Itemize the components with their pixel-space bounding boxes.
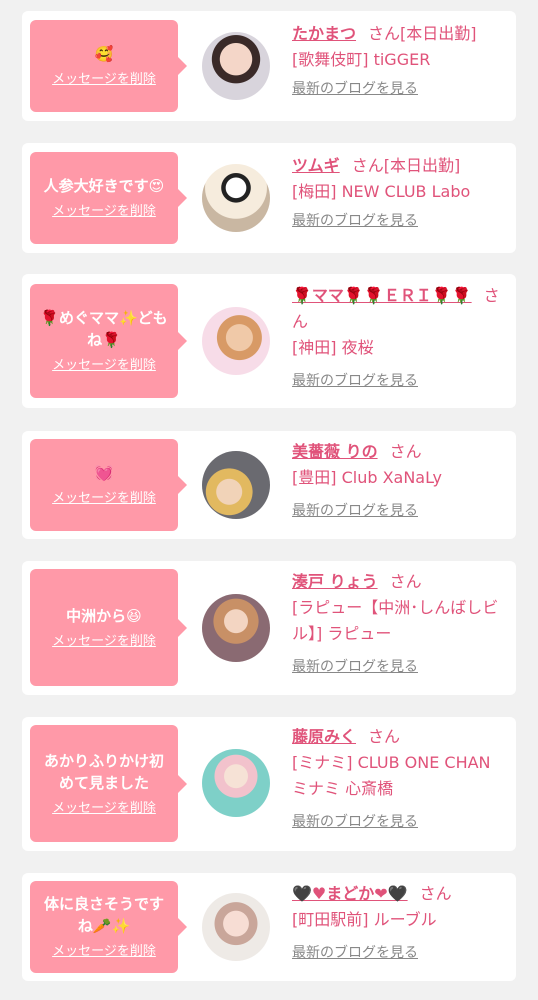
- message-text: 体に良さそうですね🥕✨: [43, 895, 164, 935]
- shop-name: [豊田] Club XaNaLy: [292, 468, 443, 487]
- cast-name-link[interactable]: 藤原みく: [292, 727, 356, 746]
- delete-message-link[interactable]: メッセージを削除: [52, 943, 156, 961]
- honorific: さん: [351, 156, 384, 175]
- delete-message-link[interactable]: メッセージを削除: [52, 800, 156, 818]
- latest-blog-link[interactable]: 最新のブログを見る: [292, 501, 506, 521]
- latest-blog-link[interactable]: 最新のブログを見る: [292, 79, 506, 99]
- message-bubble: 🥰 メッセージを削除: [30, 20, 187, 112]
- message-text: 🌹めぐママ✨どもね🌹: [40, 309, 168, 349]
- message-card: 中洲から😆 メッセージを削除 湊戸 りょう さん [ラピュー【中洲･しんばしビル】…: [22, 561, 516, 695]
- delete-message-link[interactable]: メッセージを削除: [52, 203, 156, 221]
- avatar[interactable]: [202, 893, 270, 961]
- honorific: さん: [368, 24, 401, 43]
- shop-name: [神田] 夜桜: [292, 338, 374, 357]
- message-bubble: 🌹めぐママ✨どもね🌹 メッセージを削除: [30, 284, 187, 398]
- message-text: 人参大好きです😍: [43, 177, 165, 195]
- message-text: 中洲から😆: [66, 606, 142, 625]
- honorific: さん: [368, 727, 401, 746]
- message-text: 🥰: [94, 45, 114, 63]
- cast-name-link[interactable]: 湊戸 りょう: [292, 572, 378, 591]
- message-card: 体に良さそうですね🥕✨ メッセージを削除 🖤♥まどか❤🖤 さん [町田駅前] ルー…: [22, 873, 516, 981]
- shop-name: [ミナミ] CLUB ONE CHAN ミナミ 心斎橋: [292, 753, 491, 798]
- latest-blog-link[interactable]: 最新のブログを見る: [292, 211, 506, 231]
- message-card: 🥰 メッセージを削除 たかまつ さん[本日出勤] [歌舞伎町] tiGGER 最新…: [22, 11, 516, 121]
- message-text: あかりふりかけ初めて見ました: [43, 751, 164, 792]
- message-card: 🌹めぐママ✨どもね🌹 メッセージを削除 🌹ママ🌹🌹ＥＲＩ🌹🌹 さん [神田] 夜桜…: [22, 274, 516, 408]
- cast-name-link[interactable]: たかまつ: [292, 24, 356, 43]
- work-status: [本日出勤]: [383, 156, 461, 175]
- latest-blog-link[interactable]: 最新のブログを見る: [292, 812, 506, 832]
- avatar[interactable]: [202, 164, 270, 232]
- shop-name: [歌舞伎町] tiGGER: [292, 50, 431, 69]
- avatar[interactable]: [202, 749, 270, 817]
- message-bubble: 人参大好きです😍 メッセージを削除: [30, 152, 187, 244]
- message-card: 人参大好きです😍 メッセージを削除 ツムギ さん[本日出勤] [梅田] NEW C…: [22, 143, 516, 253]
- message-bubble: あかりふりかけ初めて見ました メッセージを削除: [30, 725, 187, 842]
- latest-blog-link[interactable]: 最新のブログを見る: [292, 657, 506, 677]
- message-bubble: 体に良さそうですね🥕✨ メッセージを削除: [30, 881, 187, 973]
- shop-name: [梅田] NEW CLUB Labo: [292, 182, 471, 201]
- shop-name: [ラピュー【中洲･しんばしビル】] ラピュー: [292, 598, 499, 643]
- avatar[interactable]: [202, 451, 270, 519]
- message-text: 💓: [94, 464, 114, 482]
- avatar[interactable]: [202, 307, 270, 375]
- message-card: 💓 メッセージを削除 美薔薇 りの さん [豊田] Club XaNaLy 最新の…: [22, 431, 516, 539]
- honorific: さん: [389, 572, 422, 591]
- delete-message-link[interactable]: メッセージを削除: [52, 71, 156, 89]
- delete-message-link[interactable]: メッセージを削除: [52, 490, 156, 508]
- avatar[interactable]: [202, 594, 270, 662]
- cast-name-link[interactable]: 🖤♥まどか❤🖤: [292, 884, 408, 903]
- honorific: さん: [389, 442, 422, 461]
- delete-message-link[interactable]: メッセージを削除: [52, 357, 156, 375]
- message-card: あかりふりかけ初めて見ました メッセージを削除 藤原みく さん [ミナミ] CLU…: [22, 717, 516, 851]
- avatar[interactable]: [202, 32, 270, 100]
- latest-blog-link[interactable]: 最新のブログを見る: [292, 943, 506, 963]
- honorific: さん: [419, 884, 452, 903]
- cast-name-link[interactable]: 🌹ママ🌹🌹ＥＲＩ🌹🌹: [292, 286, 472, 305]
- message-bubble: 💓 メッセージを削除: [30, 439, 187, 531]
- message-list: 🥰 メッセージを削除 たかまつ さん[本日出勤] [歌舞伎町] tiGGER 最新…: [0, 0, 538, 1000]
- shop-name: [町田駅前] ルーブル: [292, 910, 437, 929]
- work-status: [本日出勤]: [400, 24, 477, 43]
- message-bubble: 中洲から😆 メッセージを削除: [30, 569, 187, 686]
- cast-name-link[interactable]: ツムギ: [292, 156, 340, 175]
- delete-message-link[interactable]: メッセージを削除: [52, 633, 156, 651]
- cast-name-link[interactable]: 美薔薇 りの: [292, 442, 378, 461]
- latest-blog-link[interactable]: 最新のブログを見る: [292, 371, 506, 391]
